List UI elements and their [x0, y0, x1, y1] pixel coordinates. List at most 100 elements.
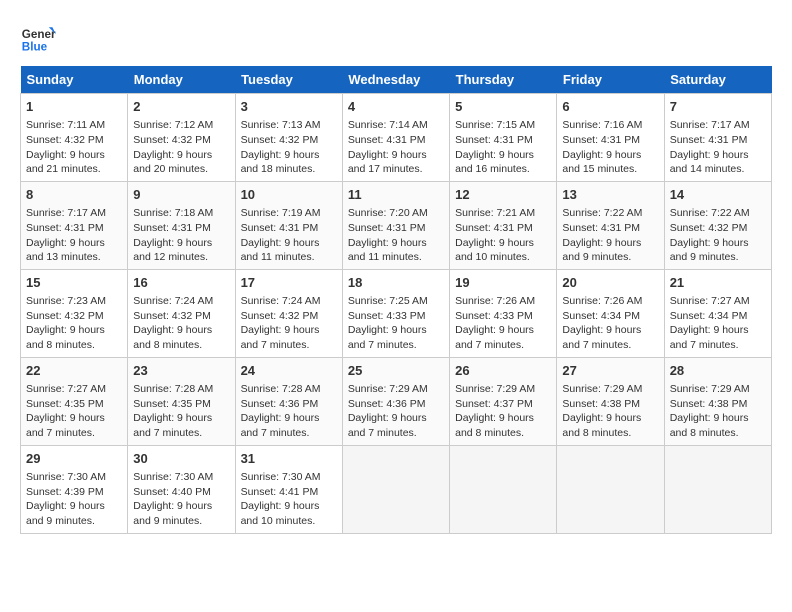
daylight-text: Daylight: 9 hours and 10 minutes.	[241, 500, 320, 527]
calendar-day-cell: 6Sunrise: 7:16 AMSunset: 4:31 PMDaylight…	[557, 94, 664, 182]
calendar-day-cell: 13Sunrise: 7:22 AMSunset: 4:31 PMDayligh…	[557, 181, 664, 269]
sunrise-text: Sunrise: 7:26 AM	[562, 295, 642, 307]
sunrise-text: Sunrise: 7:12 AM	[133, 119, 213, 131]
sunset-text: Sunset: 4:31 PM	[348, 222, 426, 234]
sunset-text: Sunset: 4:32 PM	[26, 134, 104, 146]
calendar-day-cell: 4Sunrise: 7:14 AMSunset: 4:31 PMDaylight…	[342, 94, 449, 182]
sunrise-text: Sunrise: 7:24 AM	[133, 295, 213, 307]
calendar-day-cell	[557, 445, 664, 533]
calendar-day-cell	[450, 445, 557, 533]
sunset-text: Sunset: 4:38 PM	[670, 398, 748, 410]
calendar-day-cell: 18Sunrise: 7:25 AMSunset: 4:33 PMDayligh…	[342, 269, 449, 357]
weekday-header-cell: Sunday	[21, 66, 128, 94]
day-number: 2	[133, 98, 229, 116]
sunset-text: Sunset: 4:31 PM	[562, 222, 640, 234]
svg-text:General: General	[22, 28, 56, 41]
sunrise-text: Sunrise: 7:27 AM	[26, 383, 106, 395]
day-number: 21	[670, 274, 766, 292]
sunrise-text: Sunrise: 7:19 AM	[241, 207, 321, 219]
day-number: 25	[348, 362, 444, 380]
sunrise-text: Sunrise: 7:18 AM	[133, 207, 213, 219]
daylight-text: Daylight: 9 hours and 9 minutes.	[133, 500, 212, 527]
daylight-text: Daylight: 9 hours and 14 minutes.	[670, 149, 749, 176]
calendar-day-cell: 16Sunrise: 7:24 AMSunset: 4:32 PMDayligh…	[128, 269, 235, 357]
sunrise-text: Sunrise: 7:17 AM	[26, 207, 106, 219]
daylight-text: Daylight: 9 hours and 7 minutes.	[348, 324, 427, 351]
weekday-header-cell: Thursday	[450, 66, 557, 94]
sunset-text: Sunset: 4:32 PM	[133, 134, 211, 146]
sunrise-text: Sunrise: 7:30 AM	[241, 471, 321, 483]
calendar-week-row: 1Sunrise: 7:11 AMSunset: 4:32 PMDaylight…	[21, 94, 772, 182]
calendar-day-cell: 2Sunrise: 7:12 AMSunset: 4:32 PMDaylight…	[128, 94, 235, 182]
calendar-day-cell: 15Sunrise: 7:23 AMSunset: 4:32 PMDayligh…	[21, 269, 128, 357]
calendar-day-cell: 5Sunrise: 7:15 AMSunset: 4:31 PMDaylight…	[450, 94, 557, 182]
day-number: 12	[455, 186, 551, 204]
weekday-header-row: SundayMondayTuesdayWednesdayThursdayFrid…	[21, 66, 772, 94]
sunset-text: Sunset: 4:34 PM	[670, 310, 748, 322]
weekday-header-cell: Saturday	[664, 66, 771, 94]
sunset-text: Sunset: 4:41 PM	[241, 486, 319, 498]
sunset-text: Sunset: 4:36 PM	[348, 398, 426, 410]
daylight-text: Daylight: 9 hours and 7 minutes.	[133, 412, 212, 439]
day-number: 3	[241, 98, 337, 116]
sunrise-text: Sunrise: 7:28 AM	[133, 383, 213, 395]
day-number: 18	[348, 274, 444, 292]
daylight-text: Daylight: 9 hours and 16 minutes.	[455, 149, 534, 176]
sunrise-text: Sunrise: 7:22 AM	[670, 207, 750, 219]
sunrise-text: Sunrise: 7:20 AM	[348, 207, 428, 219]
calendar-day-cell: 10Sunrise: 7:19 AMSunset: 4:31 PMDayligh…	[235, 181, 342, 269]
sunset-text: Sunset: 4:32 PM	[670, 222, 748, 234]
day-number: 7	[670, 98, 766, 116]
day-number: 23	[133, 362, 229, 380]
day-number: 17	[241, 274, 337, 292]
calendar-day-cell: 17Sunrise: 7:24 AMSunset: 4:32 PMDayligh…	[235, 269, 342, 357]
calendar-day-cell: 26Sunrise: 7:29 AMSunset: 4:37 PMDayligh…	[450, 357, 557, 445]
day-number: 11	[348, 186, 444, 204]
sunset-text: Sunset: 4:40 PM	[133, 486, 211, 498]
sunrise-text: Sunrise: 7:28 AM	[241, 383, 321, 395]
sunrise-text: Sunrise: 7:26 AM	[455, 295, 535, 307]
calendar-day-cell: 20Sunrise: 7:26 AMSunset: 4:34 PMDayligh…	[557, 269, 664, 357]
sunrise-text: Sunrise: 7:29 AM	[562, 383, 642, 395]
weekday-header-cell: Wednesday	[342, 66, 449, 94]
logo-icon: General Blue	[20, 20, 56, 56]
sunset-text: Sunset: 4:31 PM	[26, 222, 104, 234]
calendar-week-row: 29Sunrise: 7:30 AMSunset: 4:39 PMDayligh…	[21, 445, 772, 533]
day-number: 16	[133, 274, 229, 292]
day-number: 15	[26, 274, 122, 292]
daylight-text: Daylight: 9 hours and 17 minutes.	[348, 149, 427, 176]
calendar-day-cell	[342, 445, 449, 533]
daylight-text: Daylight: 9 hours and 11 minutes.	[241, 237, 320, 264]
day-number: 13	[562, 186, 658, 204]
sunset-text: Sunset: 4:31 PM	[670, 134, 748, 146]
day-number: 20	[562, 274, 658, 292]
weekday-header-cell: Friday	[557, 66, 664, 94]
daylight-text: Daylight: 9 hours and 9 minutes.	[26, 500, 105, 527]
calendar-week-row: 15Sunrise: 7:23 AMSunset: 4:32 PMDayligh…	[21, 269, 772, 357]
sunrise-text: Sunrise: 7:13 AM	[241, 119, 321, 131]
calendar-table: SundayMondayTuesdayWednesdayThursdayFrid…	[20, 66, 772, 534]
sunset-text: Sunset: 4:33 PM	[455, 310, 533, 322]
day-number: 24	[241, 362, 337, 380]
sunset-text: Sunset: 4:31 PM	[133, 222, 211, 234]
daylight-text: Daylight: 9 hours and 8 minutes.	[26, 324, 105, 351]
sunrise-text: Sunrise: 7:15 AM	[455, 119, 535, 131]
sunset-text: Sunset: 4:31 PM	[348, 134, 426, 146]
day-number: 1	[26, 98, 122, 116]
sunset-text: Sunset: 4:38 PM	[562, 398, 640, 410]
sunrise-text: Sunrise: 7:30 AM	[26, 471, 106, 483]
day-number: 27	[562, 362, 658, 380]
sunset-text: Sunset: 4:35 PM	[133, 398, 211, 410]
day-number: 10	[241, 186, 337, 204]
calendar-day-cell: 3Sunrise: 7:13 AMSunset: 4:32 PMDaylight…	[235, 94, 342, 182]
calendar-day-cell: 31Sunrise: 7:30 AMSunset: 4:41 PMDayligh…	[235, 445, 342, 533]
sunset-text: Sunset: 4:36 PM	[241, 398, 319, 410]
daylight-text: Daylight: 9 hours and 7 minutes.	[241, 412, 320, 439]
sunset-text: Sunset: 4:31 PM	[562, 134, 640, 146]
daylight-text: Daylight: 9 hours and 7 minutes.	[348, 412, 427, 439]
daylight-text: Daylight: 9 hours and 9 minutes.	[670, 237, 749, 264]
day-number: 6	[562, 98, 658, 116]
daylight-text: Daylight: 9 hours and 10 minutes.	[455, 237, 534, 264]
sunrise-text: Sunrise: 7:25 AM	[348, 295, 428, 307]
daylight-text: Daylight: 9 hours and 7 minutes.	[455, 324, 534, 351]
